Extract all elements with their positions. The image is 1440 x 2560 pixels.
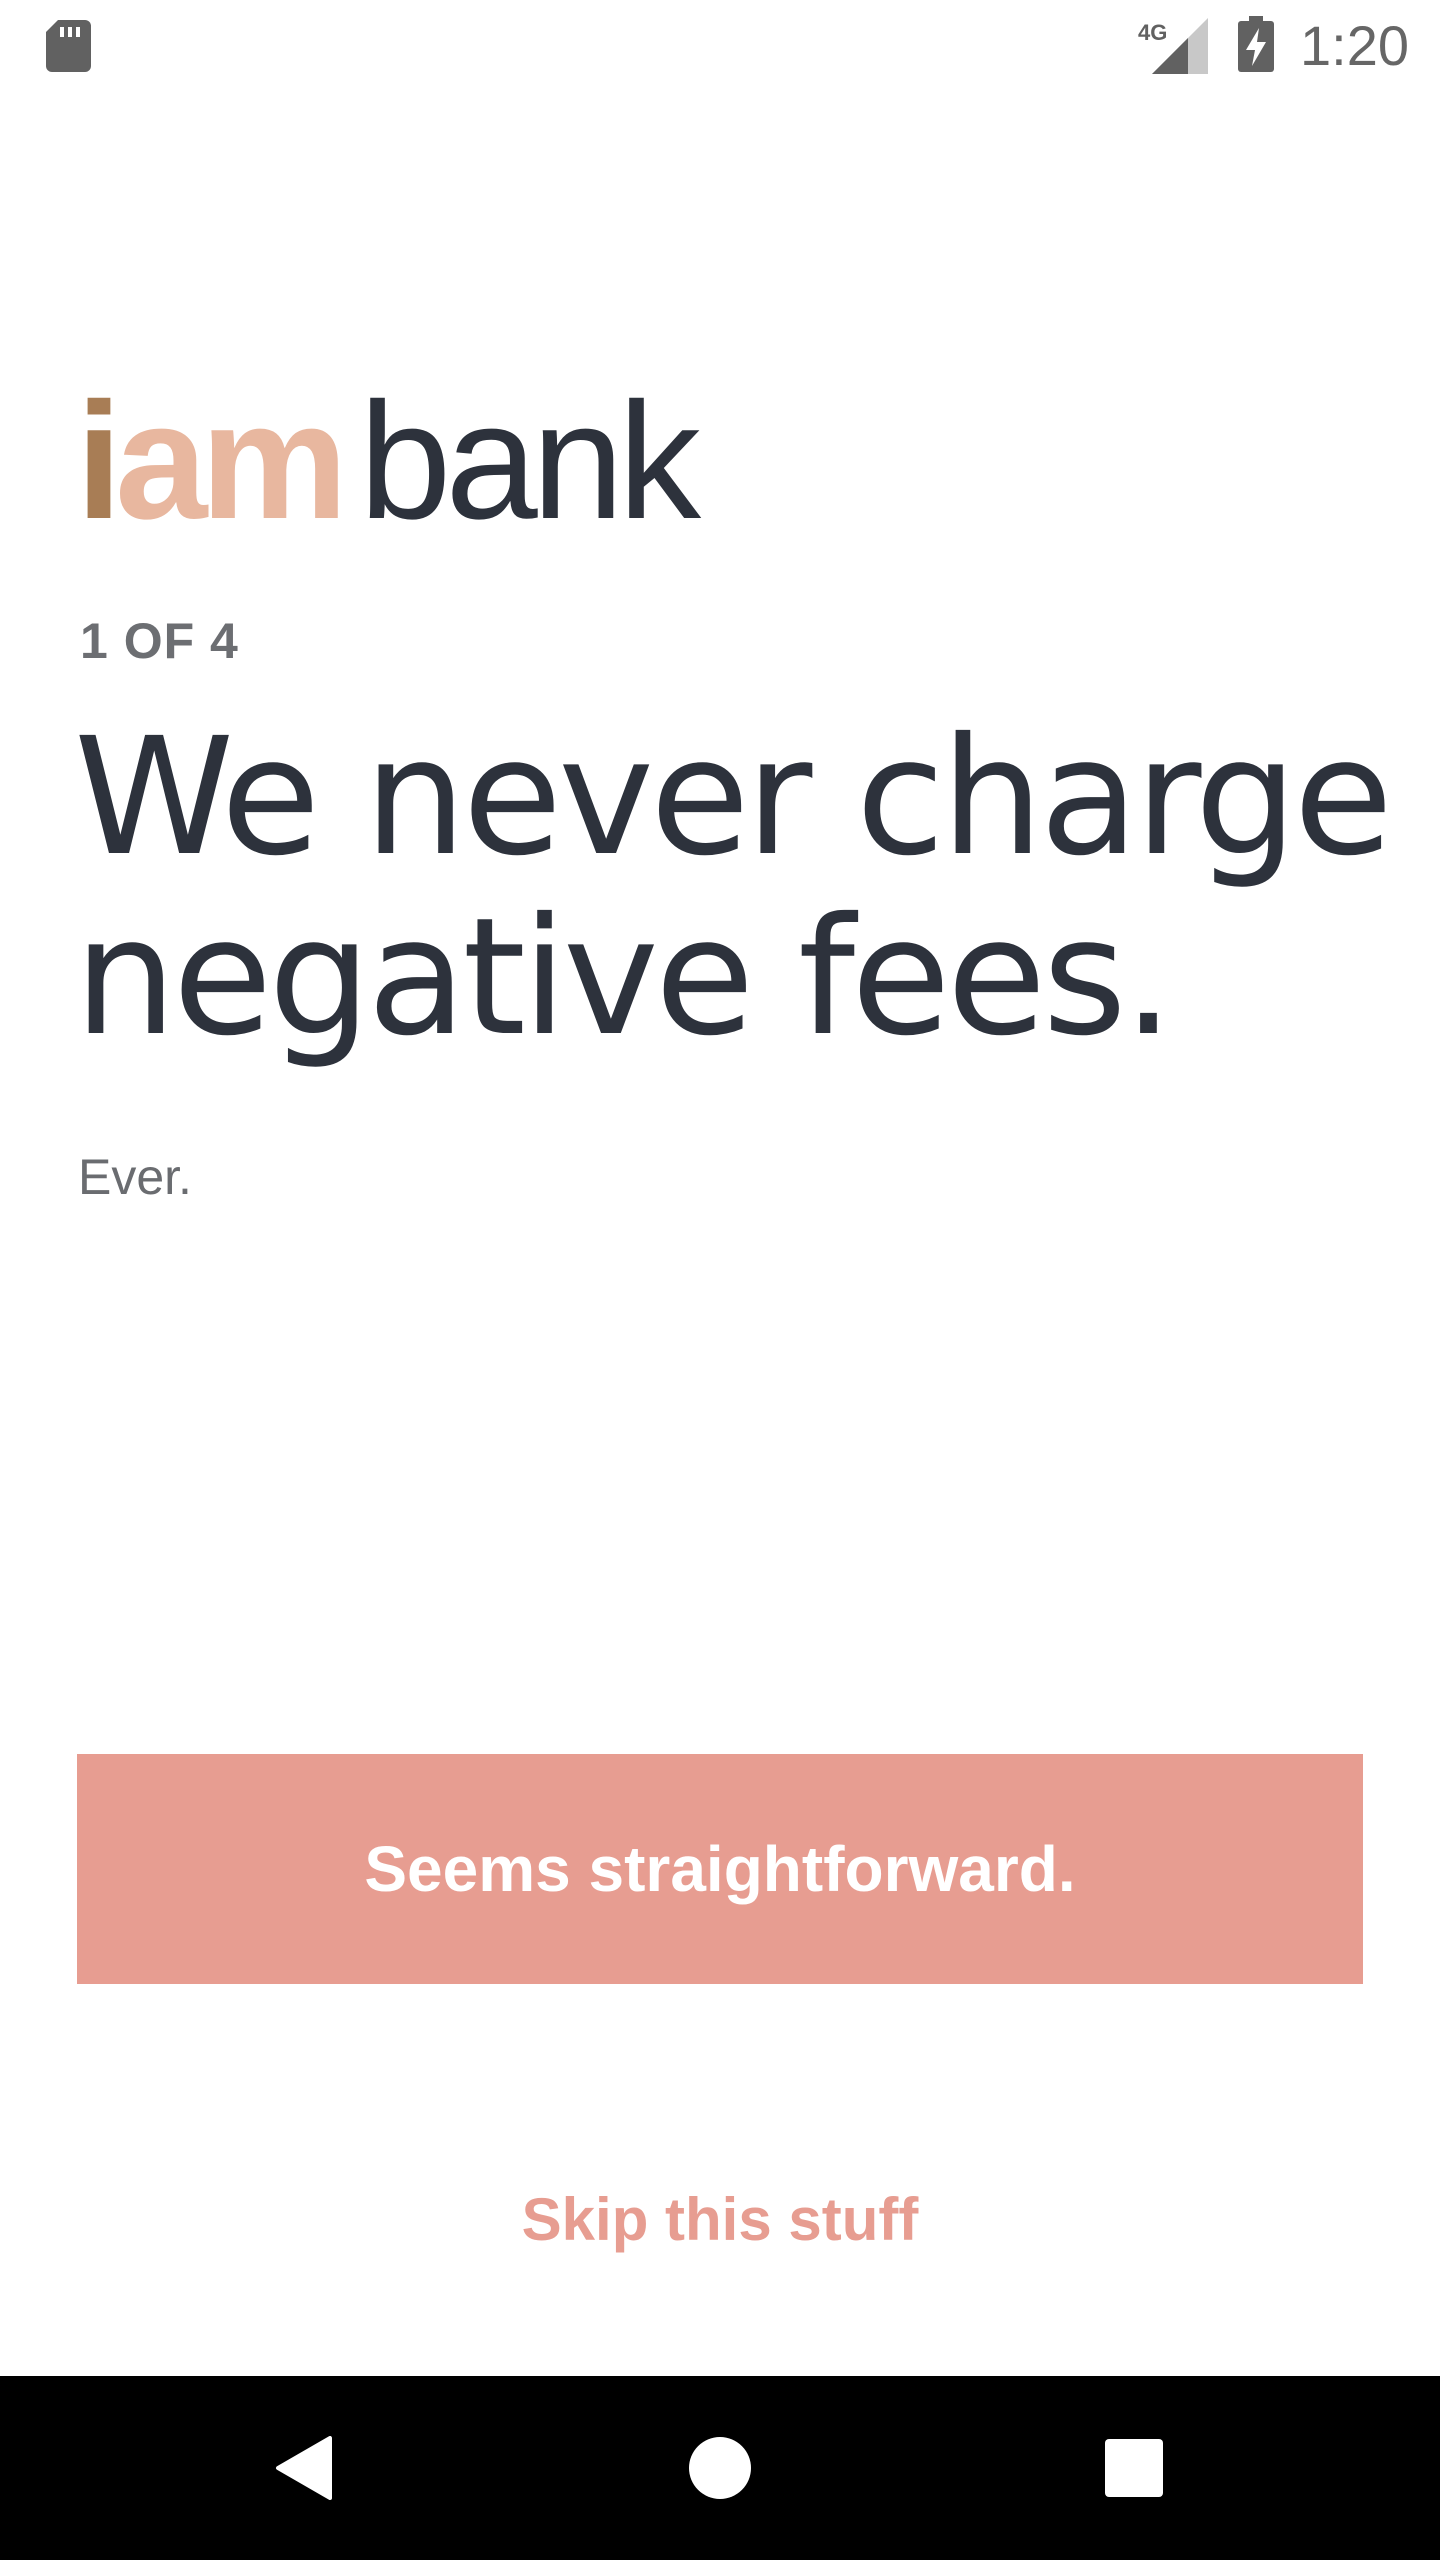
network-type-label: 4G — [1138, 20, 1167, 45]
back-icon — [276, 2436, 332, 2500]
home-button[interactable] — [620, 2376, 820, 2560]
home-icon — [689, 2437, 751, 2499]
logo-part-am: am — [115, 369, 348, 554]
status-clock: 1:20 — [1300, 14, 1409, 77]
skip-link[interactable]: Skip this stuff — [0, 2180, 1440, 2260]
battery-charging-icon — [1238, 16, 1274, 72]
continue-button[interactable]: Seems straightforward. — [77, 1754, 1363, 1984]
step-counter: 1 OF 4 — [80, 613, 239, 669]
cellular-signal-icon: 4G — [1138, 18, 1208, 74]
headline-line-2: negative fees. — [74, 884, 1174, 1072]
back-button[interactable] — [206, 2376, 406, 2560]
system-navigation-bar — [0, 2376, 1440, 2560]
recents-icon — [1105, 2439, 1163, 2497]
brand-logo: i am bank — [76, 379, 701, 545]
recents-button[interactable] — [1034, 2376, 1234, 2560]
onboarding-headline: We never charge negative fees. — [74, 708, 1404, 1068]
logo-part-i: i — [76, 369, 122, 554]
sd-card-icon — [46, 20, 91, 72]
headline-line-1: We never charge — [74, 704, 1393, 892]
status-bar: 4G 1:20 — [0, 0, 1440, 96]
onboarding-subtext: Ever. — [78, 1149, 192, 1205]
logo-part-bank: bank — [359, 369, 701, 554]
